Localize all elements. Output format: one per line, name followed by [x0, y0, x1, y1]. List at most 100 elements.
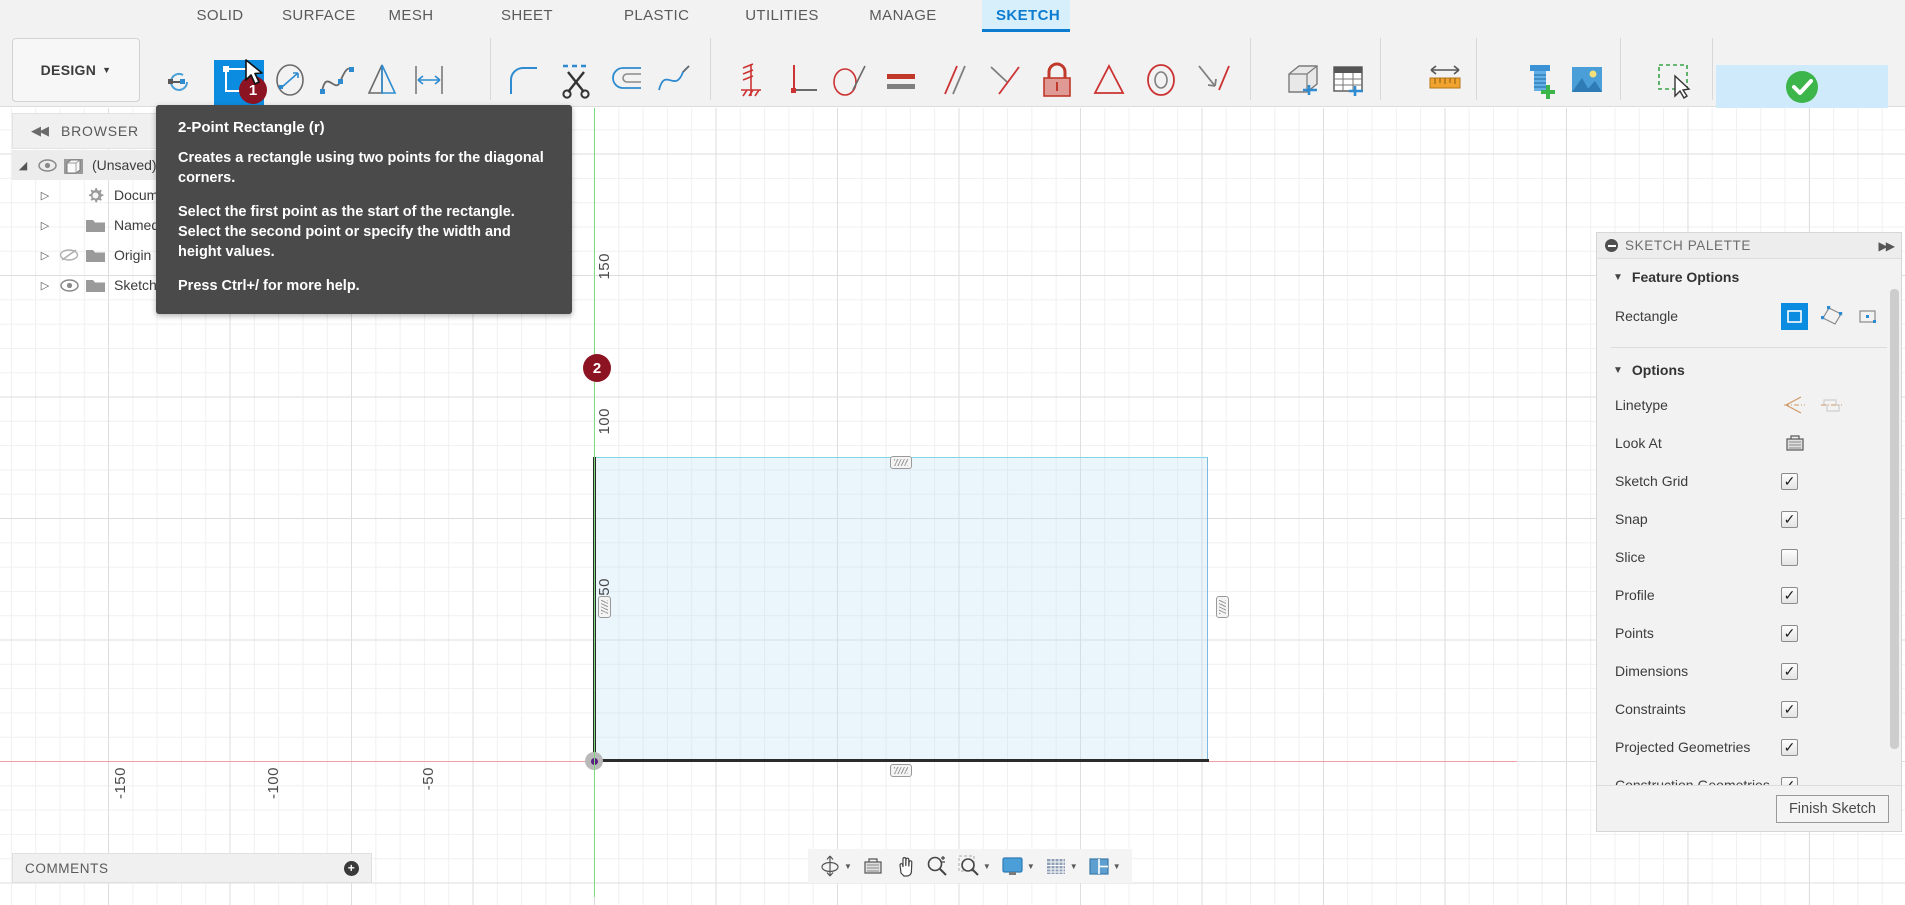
zoom-button[interactable]: [921, 855, 953, 877]
equal-tool[interactable]: [876, 60, 926, 106]
eye-visible-icon[interactable]: [56, 278, 82, 292]
palette-row-projected-geometries: Projected Geometries ✓: [1597, 728, 1901, 766]
palette-scrollbar-track[interactable]: [1890, 286, 1900, 786]
configure-table-tool[interactable]: [1324, 60, 1374, 106]
curvature-tool[interactable]: [650, 60, 700, 106]
tab-sheet-metal[interactable]: SHEET METAL: [460, 0, 594, 56]
section-feature-options[interactable]: ▼ Feature Options: [1597, 259, 1901, 293]
line-tool[interactable]: [162, 60, 212, 106]
tab-utilities[interactable]: UTILITIES: [730, 0, 834, 32]
viewports-button[interactable]: ▼: [1083, 857, 1126, 876]
parallel-tool[interactable]: [928, 60, 978, 106]
tooltip-paragraph-2: Select the first point as the start of t…: [178, 204, 515, 260]
ribbon-separator: [1620, 38, 1621, 100]
step-marker-2: 2: [583, 354, 611, 382]
expand-right-icon[interactable]: ▶▶: [1879, 239, 1896, 253]
dimensions-checkbox[interactable]: ✓: [1781, 662, 1798, 680]
pan-button[interactable]: [889, 855, 921, 877]
measure-tool[interactable]: [1420, 60, 1470, 106]
chevron-down-icon[interactable]: ▼: [1027, 862, 1035, 871]
display-settings-button[interactable]: ▼: [996, 856, 1040, 877]
insert-mcmaster-tool[interactable]: [1516, 60, 1566, 106]
construction-line-icon[interactable]: [1781, 392, 1808, 419]
zoom-window-button[interactable]: ▼: [953, 855, 996, 877]
tangent-tool[interactable]: [824, 60, 874, 106]
tab-plastic[interactable]: PLASTIC: [610, 0, 702, 32]
expand-caret-icon[interactable]: ▷: [34, 219, 56, 232]
collapse-left-icon[interactable]: ◀◀: [31, 123, 49, 139]
fillet-tool[interactable]: [500, 60, 550, 106]
expand-caret-icon[interactable]: ▷: [34, 279, 56, 292]
sketch-palette-header[interactable]: SKETCH PALETTE ▶▶: [1597, 233, 1901, 259]
pan-icon: [899, 857, 913, 877]
tooltip-title: 2-Point Rectangle (r): [178, 119, 325, 136]
look-at-button[interactable]: [857, 856, 889, 876]
design-workspace-button[interactable]: DESIGN ▼: [12, 38, 140, 102]
mirror-tool[interactable]: [358, 60, 408, 106]
offset-tool[interactable]: [604, 60, 654, 106]
chevron-down-icon[interactable]: ▼: [844, 862, 852, 871]
eye-hidden-icon[interactable]: [56, 248, 82, 262]
perpendicular-tool[interactable]: [778, 60, 828, 106]
center-rectangle-mode-icon[interactable]: [1855, 303, 1882, 330]
profile-checkbox[interactable]: ✓: [1781, 586, 1798, 604]
snap-checkbox[interactable]: ✓: [1781, 510, 1798, 528]
sketch-rectangle-bottom-edge[interactable]: [593, 759, 1209, 762]
chevron-down-icon[interactable]: ▼: [1070, 862, 1078, 871]
slice-checkbox[interactable]: [1781, 548, 1798, 566]
tab-mesh[interactable]: MESH: [372, 0, 450, 32]
expand-caret-icon[interactable]: ◢: [12, 159, 34, 172]
vertical-constraint-icon-right[interactable]: [1216, 596, 1229, 618]
comments-panel[interactable]: COMMENTS +: [12, 853, 372, 883]
trim-tool[interactable]: [552, 60, 602, 106]
configure-solid-tool[interactable]: [1278, 60, 1328, 106]
eye-visible-icon[interactable]: [34, 158, 60, 172]
collapse-toggle-icon[interactable]: [1605, 239, 1618, 252]
ellipse-tool[interactable]: [266, 60, 316, 106]
tab-solid[interactable]: SOLID: [180, 0, 260, 32]
expand-caret-icon[interactable]: ▷: [34, 249, 56, 262]
horizontal-constraint-icon-bottom[interactable]: [890, 764, 912, 777]
measure-icon: [1429, 65, 1461, 89]
grid-settings-button[interactable]: ▼: [1040, 857, 1083, 876]
tab-sketch[interactable]: SKETCH: [982, 0, 1070, 32]
insert-image-tool[interactable]: [1562, 60, 1612, 106]
centerline-icon[interactable]: [1818, 392, 1845, 419]
ribbon-toolbar: DESIGN ▼: [0, 32, 1905, 139]
two-point-rectangle-mode-icon[interactable]: [1781, 302, 1808, 330]
look-at-icon[interactable]: [1781, 430, 1808, 457]
add-comment-icon[interactable]: +: [344, 860, 359, 876]
concentric-tool[interactable]: [1136, 60, 1186, 106]
vertical-constraint-icon-left[interactable]: [598, 596, 611, 618]
constraints-checkbox[interactable]: ✓: [1781, 700, 1798, 718]
palette-scrollbar-thumb[interactable]: [1890, 289, 1899, 749]
section-options[interactable]: ▼ Options: [1597, 348, 1901, 386]
coincident-tool[interactable]: [980, 60, 1030, 106]
expand-caret-icon[interactable]: ▷: [34, 189, 56, 202]
orbit-button[interactable]: ▼: [814, 855, 857, 877]
tab-manage[interactable]: MANAGE: [852, 0, 954, 32]
sketch-grid-checkbox[interactable]: ✓: [1781, 472, 1798, 490]
chevron-down-icon[interactable]: ▼: [1113, 862, 1121, 871]
midpoint-tool[interactable]: [1188, 60, 1238, 106]
tab-surface[interactable]: SURFACE: [268, 0, 364, 32]
three-point-rectangle-mode-icon[interactable]: [1818, 303, 1845, 330]
projected-geometries-checkbox[interactable]: ✓: [1781, 738, 1798, 756]
symmetry-tool[interactable]: [1084, 60, 1134, 106]
dimensions-control: ✓: [1781, 662, 1901, 680]
sketch-rectangle-profile[interactable]: [595, 457, 1208, 761]
linetype-controls: [1781, 392, 1901, 419]
select-tool[interactable]: [1650, 60, 1700, 106]
points-checkbox[interactable]: ✓: [1781, 624, 1798, 642]
chevron-down-icon[interactable]: ▼: [983, 862, 991, 871]
horizontal-constraint-icon-top[interactable]: [890, 456, 912, 469]
horizontal-distance-tool[interactable]: [404, 60, 454, 106]
fillet-icon: [510, 67, 537, 94]
finish-sketch-button[interactable]: Finish Sketch: [1775, 794, 1889, 823]
constraint-hatch: [601, 600, 608, 614]
spline-tool[interactable]: [312, 60, 362, 106]
fix-ground-tool[interactable]: [726, 60, 776, 106]
fix-lock-tool[interactable]: [1032, 60, 1082, 106]
fusion360-window: SOLID SURFACE MESH SHEET METAL PLASTIC U…: [0, 0, 1905, 905]
ribbon-separator: [1712, 38, 1713, 100]
